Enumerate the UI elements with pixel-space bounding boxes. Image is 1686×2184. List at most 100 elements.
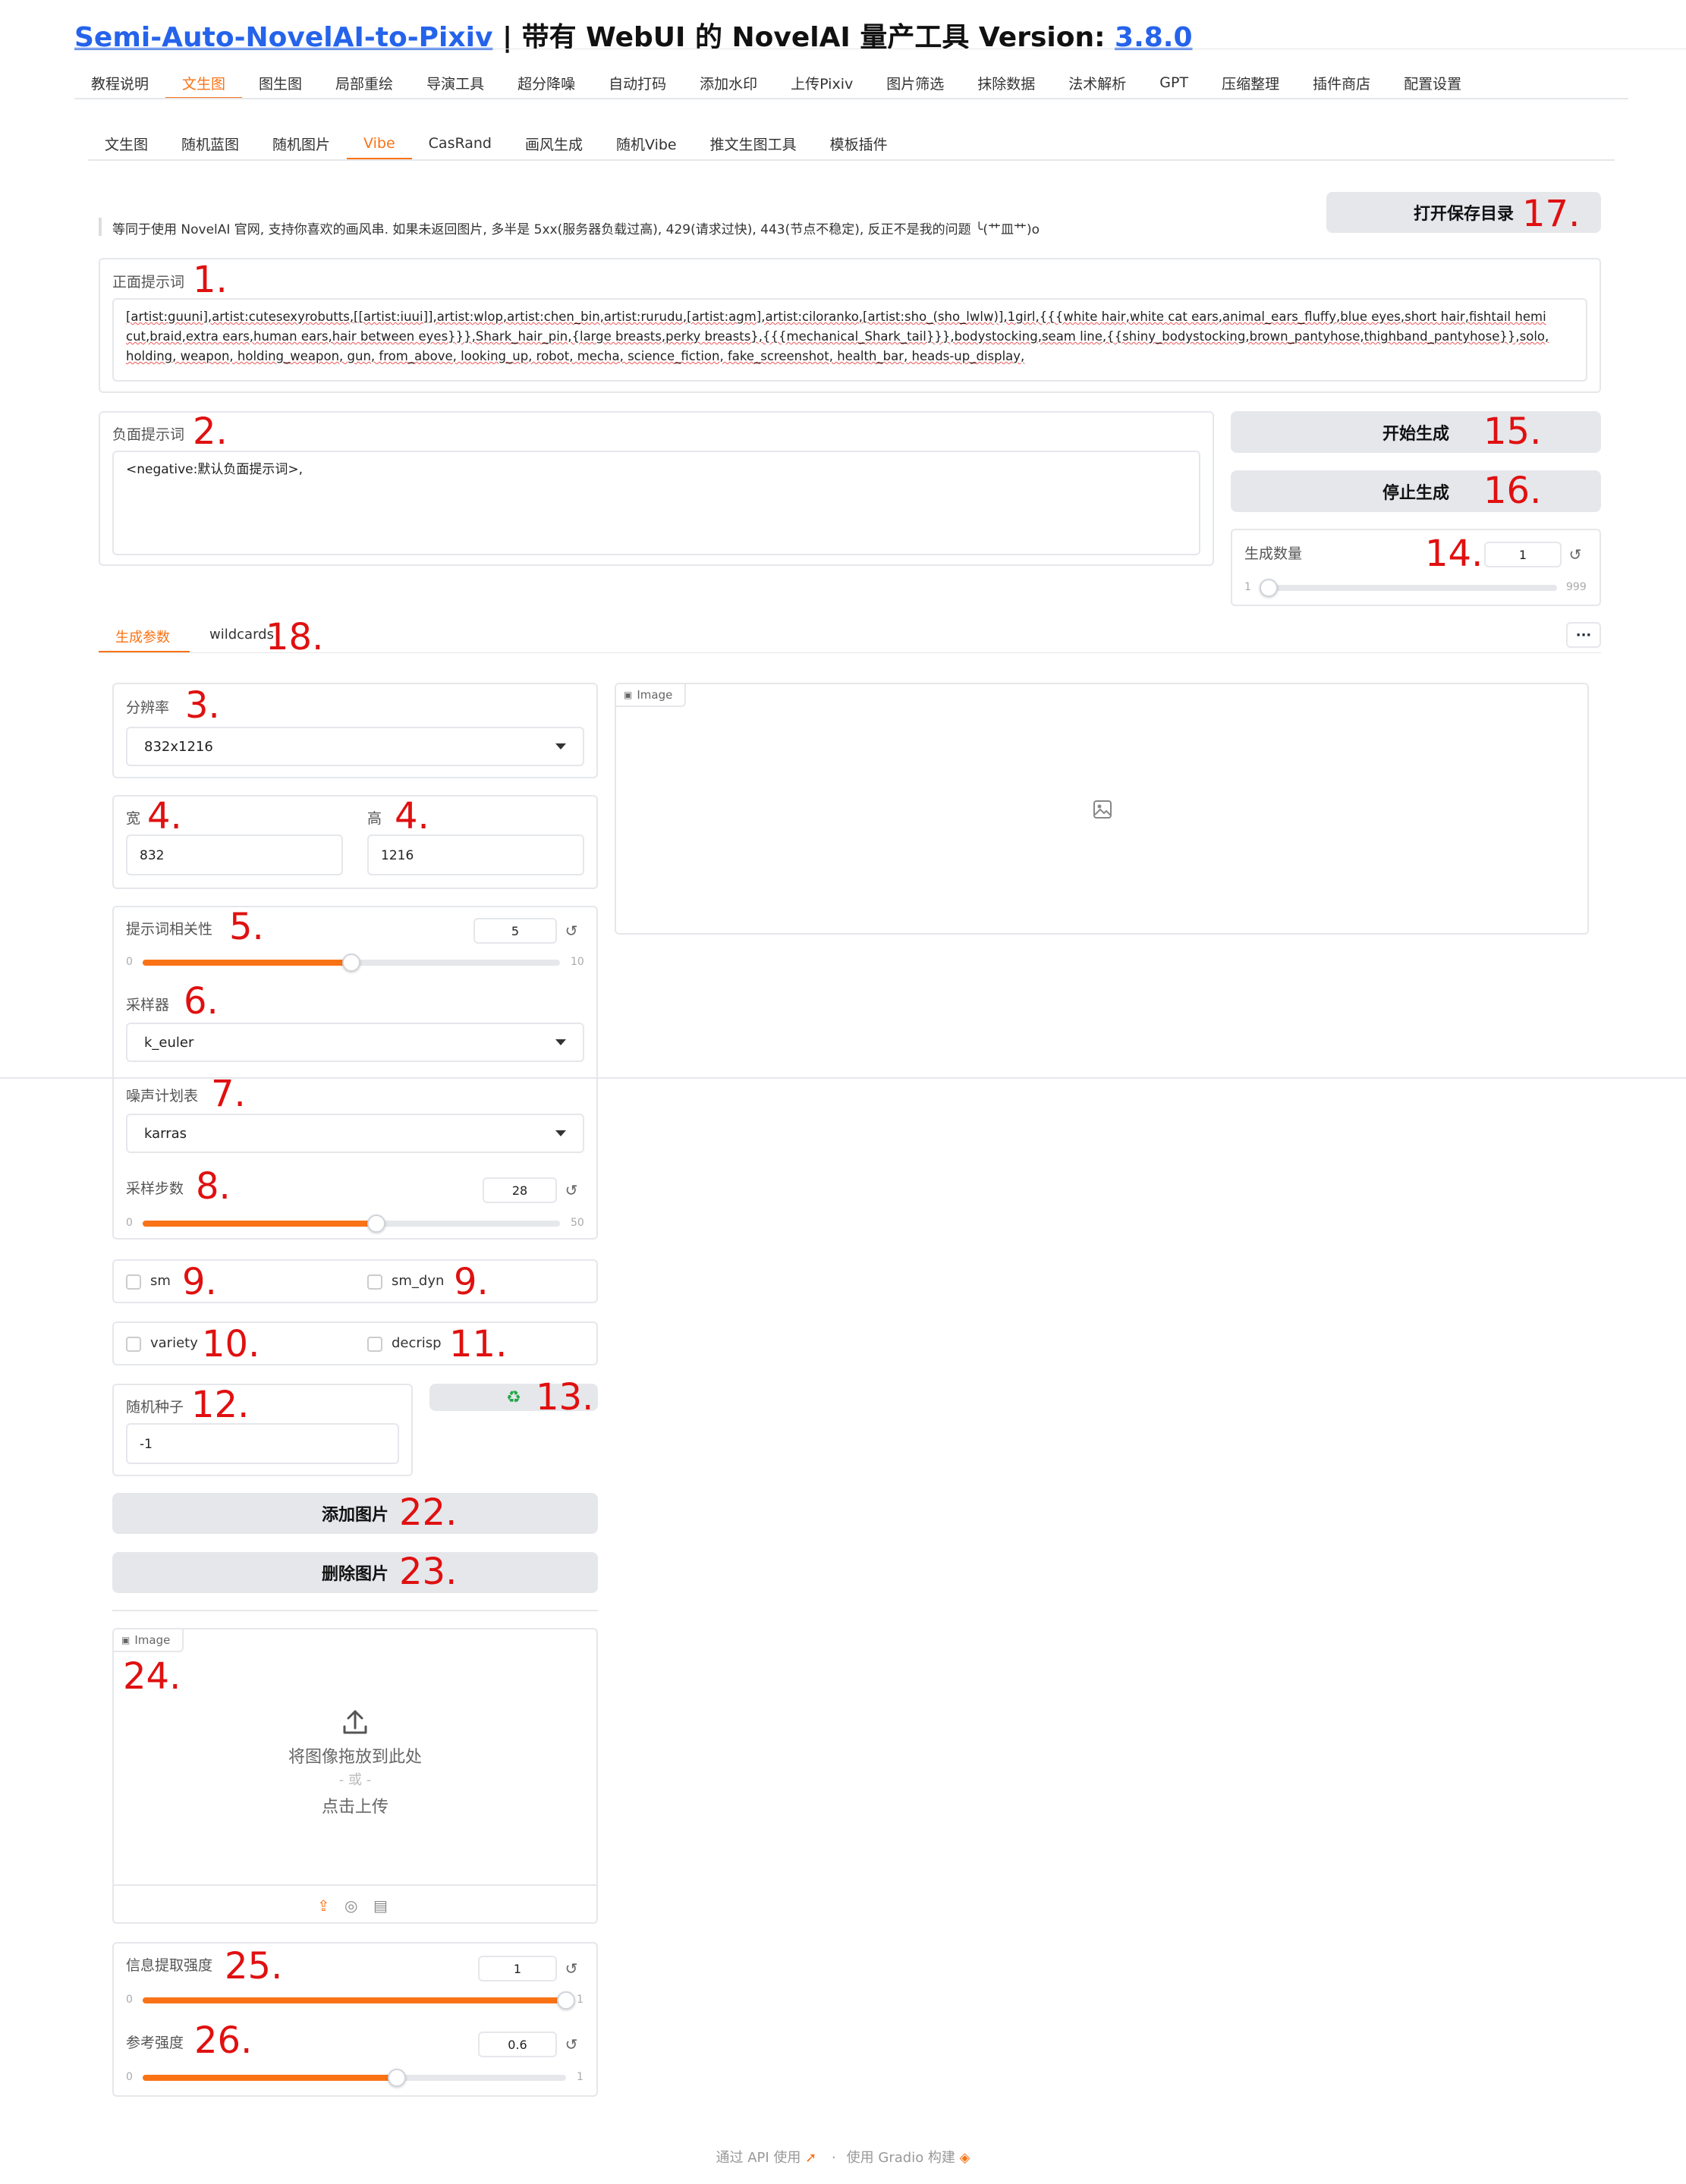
sampler-dropdown[interactable]: k_euler (126, 1023, 584, 1062)
delete-image-button[interactable]: 删除图片 (112, 1552, 598, 1593)
count-block (1231, 529, 1601, 606)
sub-tab-8[interactable]: 模板插件 (813, 127, 904, 159)
main-tab-1[interactable]: 文生图 (165, 67, 243, 99)
tab-wildcards[interactable]: wildcards (209, 627, 274, 643)
main-tab-3[interactable]: 局部重绘 (319, 67, 410, 99)
annotation-14: 14. (1425, 533, 1483, 575)
count-label: 生成数量 (1244, 545, 1303, 562)
upload-drop-text: 将图像拖放到此处 (288, 1748, 422, 1767)
tab-generate-params[interactable]: 生成参数 (115, 627, 170, 646)
main-tab-15[interactable]: 配置设置 (1387, 67, 1478, 99)
main-tab-7[interactable]: 添加水印 (683, 67, 774, 99)
resolution-dropdown[interactable]: 832x1216 (126, 727, 584, 766)
upload-icon (343, 1710, 367, 1734)
sub-tab-0[interactable]: 文生图 (88, 127, 165, 159)
sub-tab-3[interactable]: Vibe (347, 127, 412, 160)
annotation-9-sm-dyn: 9. (454, 1261, 489, 1303)
sampler-label: 采样器 (126, 997, 170, 1013)
seed-input[interactable]: -1 (126, 1423, 399, 1464)
ref-strength-label: 参考强度 (126, 2035, 184, 2051)
ref-strength-input[interactable]: 0.6 (478, 2032, 557, 2057)
info-extract-fill (143, 1997, 566, 2003)
scale-reset-icon[interactable]: ↺ (558, 918, 584, 944)
variety-checkbox[interactable] (126, 1337, 141, 1352)
positive-prompt-input[interactable]: [artist:guuni],artist:cutesexyrobutts,[[… (112, 298, 1587, 382)
ref-strength-slider[interactable] (143, 2069, 566, 2087)
sub-tab-7[interactable]: 推文生图工具 (694, 127, 813, 159)
info-extract-reset-icon[interactable]: ↺ (558, 1956, 584, 1981)
main-tab-10[interactable]: 抹除数据 (961, 67, 1052, 99)
count-thumb[interactable] (1260, 579, 1278, 597)
sm-checkbox[interactable] (126, 1274, 141, 1290)
output-image-tag-label: Image (637, 688, 673, 702)
seed-label: 随机种子 (126, 1399, 184, 1416)
main-tab-8[interactable]: 上传Pixiv (774, 67, 870, 99)
main-tab-13[interactable]: 压缩整理 (1205, 67, 1296, 99)
scale-max: 10 (571, 956, 584, 968)
steps-slider[interactable] (143, 1215, 560, 1233)
ref-strength-thumb[interactable] (387, 2069, 406, 2087)
sub-tab-2[interactable]: 随机图片 (256, 127, 347, 159)
count-max: 999 (1566, 581, 1587, 593)
footer-gradio-link[interactable]: 使用 Gradio 构建 (847, 2150, 955, 2166)
decrisp-checkbox[interactable] (367, 1337, 382, 1352)
sub-tab-1[interactable]: 随机蓝图 (165, 127, 256, 159)
steps-reset-icon[interactable]: ↺ (558, 1177, 584, 1203)
annotation-17: 17. (1522, 193, 1581, 235)
footer-api-link[interactable]: 通过 API 使用 (716, 2150, 801, 2166)
info-extract-thumb[interactable] (557, 1991, 575, 2010)
sub-tab-6[interactable]: 随机Vibe (599, 127, 694, 159)
main-tab-5[interactable]: 超分降噪 (501, 67, 592, 99)
main-tab-2[interactable]: 图生图 (242, 67, 319, 99)
count-input[interactable]: 1 (1484, 542, 1562, 567)
steps-thumb[interactable] (367, 1215, 385, 1233)
scale-input[interactable]: 5 (473, 918, 557, 944)
annotation-8: 8. (196, 1165, 231, 1208)
webcam-icon[interactable]: ◎ (344, 1896, 357, 1915)
count-min: 1 (1244, 581, 1251, 593)
main-tab-14[interactable]: 插件商店 (1296, 67, 1387, 99)
steps-max: 50 (571, 1217, 584, 1229)
add-image-label: 添加图片 (321, 1506, 388, 1525)
noise-schedule-dropdown[interactable]: karras (126, 1114, 584, 1153)
add-image-button[interactable]: 添加图片 (112, 1493, 598, 1534)
scale-slider[interactable] (143, 954, 560, 972)
height-input[interactable]: 1216 (367, 834, 584, 875)
info-extract-input[interactable]: 1 (478, 1956, 557, 1981)
sub-tabs-divider (88, 159, 1615, 161)
sub-tab-5[interactable]: 画风生成 (508, 127, 599, 159)
noise-schedule-value: karras (144, 1125, 187, 1142)
main-tab-4[interactable]: 导演工具 (410, 67, 501, 99)
info-extract-slider[interactable] (143, 1991, 575, 2010)
main-tab-9[interactable]: 图片筛选 (870, 67, 961, 99)
negative-prompt-input[interactable]: <negative:默认负面提示词>, (112, 451, 1200, 555)
upload-dropzone[interactable]: 将图像拖放到此处 - 或 - 点击上传 (114, 1654, 596, 1881)
annotation-22: 22. (399, 1491, 458, 1534)
count-reset-icon[interactable]: ↺ (1563, 542, 1587, 567)
notice-text: 等同于使用 NovelAI 官网, 支持你喜欢的画风串. 如果未返回图片, 多半… (112, 222, 1040, 237)
sub-tab-4[interactable]: CasRand (412, 127, 508, 159)
scale-thumb[interactable] (342, 954, 360, 972)
main-tab-0[interactable]: 教程说明 (74, 67, 165, 99)
steps-input[interactable]: 28 (483, 1177, 557, 1203)
main-tab-12[interactable]: GPT (1143, 67, 1205, 99)
page-divider (0, 1077, 1686, 1079)
upload-image-tag: ▣ Image (114, 1629, 184, 1652)
width-input[interactable]: 832 (126, 834, 343, 875)
count-slider[interactable] (1260, 579, 1557, 597)
upload-source-icon[interactable]: ⇪ (317, 1896, 330, 1915)
annotation-16: 16. (1483, 470, 1542, 512)
start-generate-button[interactable]: 开始生成 (1231, 411, 1601, 453)
sm-dyn-checkbox[interactable] (367, 1274, 382, 1290)
main-tab-11[interactable]: 法术解析 (1052, 67, 1143, 99)
ref-strength-reset-icon[interactable]: ↺ (558, 2032, 584, 2057)
chevron-down-icon (555, 743, 566, 749)
annotation-25: 25. (225, 1945, 283, 1988)
clipboard-icon[interactable]: ▤ (373, 1896, 388, 1915)
more-options-icon[interactable]: ··· (1566, 622, 1601, 648)
main-tab-6[interactable]: 自动打码 (592, 67, 683, 99)
main-tabs-divider (74, 98, 1628, 99)
stop-generate-button[interactable]: 停止生成 (1231, 470, 1601, 512)
start-generate-label: 开始生成 (1382, 424, 1449, 444)
annotation-5: 5. (229, 906, 264, 948)
